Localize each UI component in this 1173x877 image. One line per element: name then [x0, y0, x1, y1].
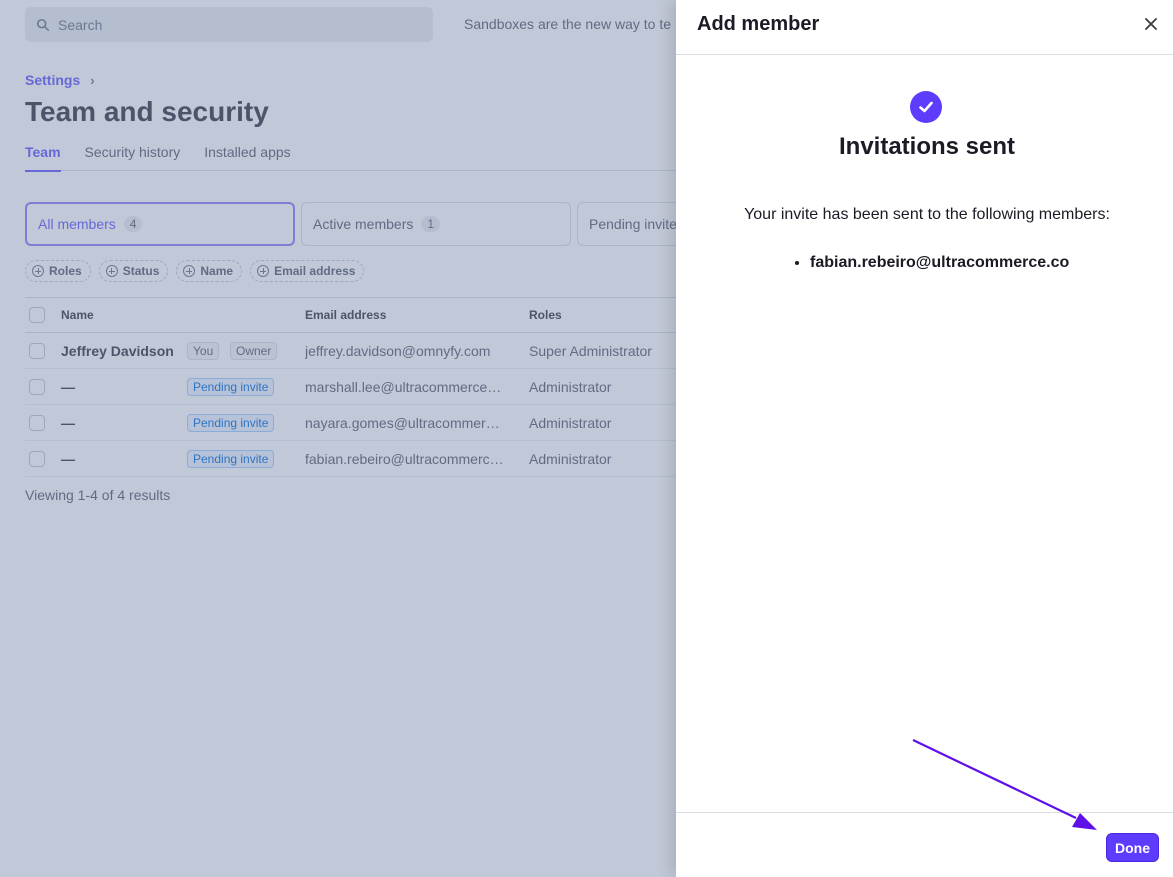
drawer-title: Add member [697, 13, 820, 35]
invitations-sent-description: Your invite has been sent to the followi… [744, 206, 1110, 223]
done-button[interactable]: Done [1106, 833, 1159, 862]
checkmark-icon [919, 101, 933, 113]
success-badge [910, 91, 942, 123]
list-item: fabian.rebeiro@ultracommerce.co [810, 254, 1069, 272]
drawer-header: Add member [676, 0, 1173, 55]
close-icon[interactable] [1143, 16, 1159, 32]
invitations-sent-heading: Invitations sent [838, 133, 1016, 160]
add-member-drawer: Add member Invitations sent Your invite … [676, 0, 1173, 877]
drawer-footer: Done [676, 812, 1173, 877]
invited-members-list: fabian.rebeiro@ultracommerce.co [810, 254, 1069, 272]
